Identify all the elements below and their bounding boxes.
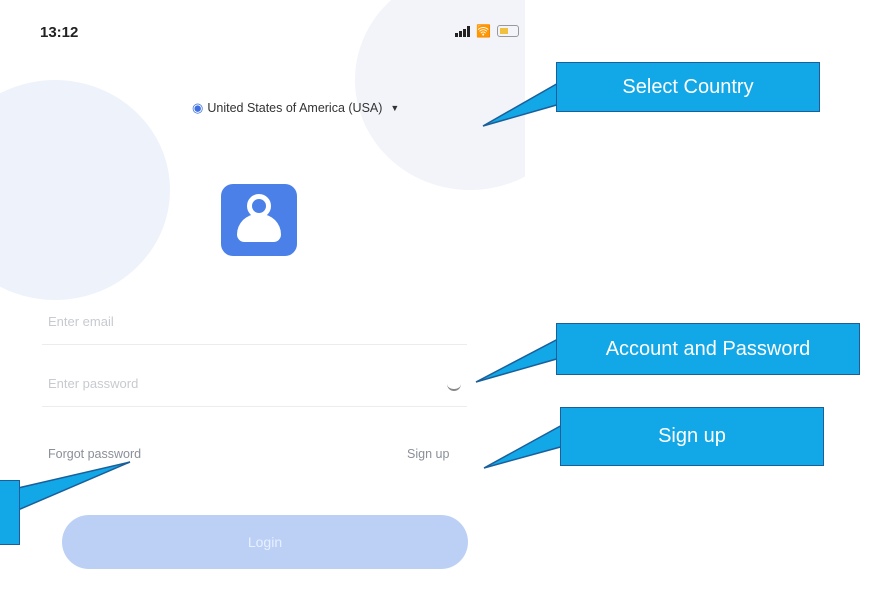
forgot-pointer — [17, 461, 131, 512]
account-pointer — [475, 336, 561, 383]
callout-account-password: Account and Password — [556, 323, 860, 375]
callout-forgot-password — [0, 480, 20, 545]
country-pointer — [482, 80, 561, 127]
signup-pointer — [483, 422, 565, 469]
callout-sign-up: Sign up — [560, 407, 824, 466]
callout-select-country: Select Country — [556, 62, 820, 112]
